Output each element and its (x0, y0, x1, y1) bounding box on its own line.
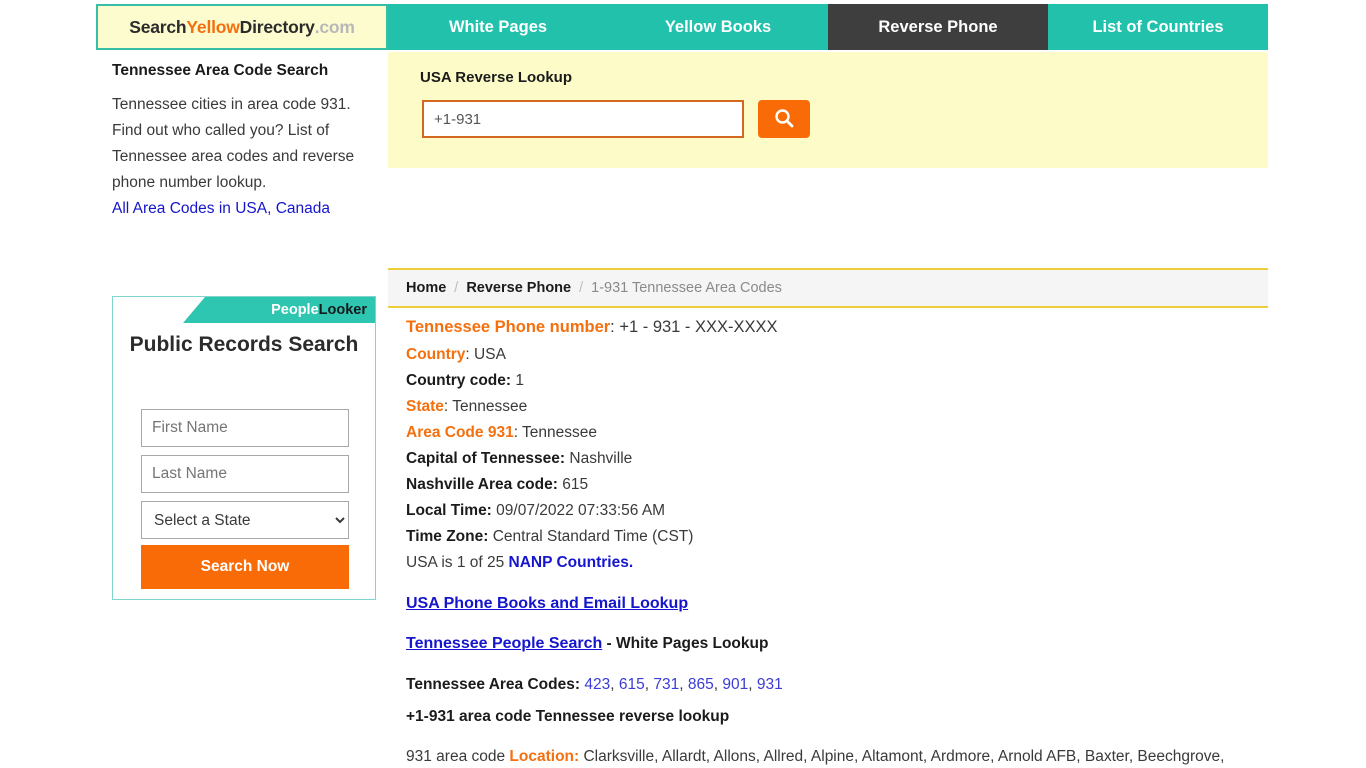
country-value: : USA (465, 346, 506, 363)
area-code-row: Area Code 931: Tennessee (406, 420, 1250, 446)
breadcrumb-current: 1-931 Tennessee Area Codes (591, 280, 782, 296)
local-time-label: Local Time: (406, 502, 492, 519)
capital-row: Capital of Tennessee: Nashville (406, 446, 1250, 472)
state-label: State (406, 398, 444, 415)
time-zone-label: Time Zone: (406, 528, 489, 545)
reverse-lookup-panel: USA Reverse Lookup (388, 52, 1268, 168)
nanp-row: USA is 1 of 25 NANP Countries. (406, 550, 1250, 576)
site-header: Search Yellow Directory .com White Pages Ye… (96, 4, 1268, 50)
people-search-suffix: - White Pages Lookup (602, 635, 769, 652)
peoplelooker-brand-banner: People Looker (183, 297, 375, 323)
area-codes-row: Tennessee Area Codes: 423, 615, 731, 865… (406, 676, 783, 693)
first-name-input[interactable] (141, 409, 349, 447)
all-area-codes-link[interactable]: All Area Codes in USA, Canada (112, 196, 374, 222)
area-code-link-865[interactable]: 865 (688, 676, 714, 693)
capital-label: Capital of Tennessee: (406, 450, 566, 467)
area-code-value: : Tennessee (513, 424, 598, 441)
usa-phone-books-link[interactable]: USA Phone Books and Email Lookup (406, 595, 688, 612)
state-value: : Tennessee (443, 398, 528, 415)
sidebar-title: Tennessee Area Code Search (112, 62, 329, 79)
country-row: Country: USA (406, 342, 1250, 368)
peoplelooker-widget: PeopleLooker Public Records Search Selec… (112, 296, 376, 600)
area-code-link-731[interactable]: 731 (653, 676, 679, 693)
country-code-value: 1 (515, 372, 524, 389)
phone-books-row: USA Phone Books and Email Lookup (406, 592, 1250, 616)
area-code-label: Area Code 931 (406, 424, 514, 441)
reverse-lookup-heading: +1-931 area code Tennessee reverse looku… (406, 708, 730, 725)
logo-text-search: Search (129, 16, 187, 37)
logo-text-com: .com (314, 16, 355, 37)
capital-area-code-value: 615 (562, 476, 589, 493)
location-label: Location: (509, 748, 580, 765)
nav-item-reverse-phone[interactable]: Reverse Phone (828, 4, 1048, 50)
search-icon (773, 107, 795, 132)
search-now-button[interactable]: Search Now (141, 545, 349, 589)
breadcrumb: Home / Reverse Phone / 1-931 Tennessee A… (388, 268, 1268, 308)
nanp-countries-link[interactable]: NANP Countries. (509, 554, 634, 571)
area-code-link-901[interactable]: 901 (722, 676, 748, 693)
breadcrumb-separator: / (579, 280, 584, 296)
breadcrumb-item-home[interactable]: Home (406, 280, 446, 296)
sidebar-description-block: Tennessee cities in area code 931. Find … (112, 92, 374, 222)
location-prefix: 931 area code (406, 748, 510, 765)
location-paragraph: 931 area code Location: Clarksville, All… (406, 744, 1250, 768)
peoplelooker-heading: Public Records Search (129, 333, 359, 356)
phone-search-input[interactable] (422, 100, 744, 138)
main-navigation: White Pages Yellow Books Reverse Phone L… (388, 4, 1268, 50)
state-row: State: Tennessee (406, 394, 1250, 420)
phone-number-label: Tennessee Phone number (406, 318, 611, 336)
time-zone-value: Central Standard Time (CST) (492, 528, 694, 545)
sidebar-description: Tennessee cities in area code 931. Find … (112, 96, 355, 191)
area-codes-label: Tennessee Area Codes: (406, 676, 581, 693)
people-search-row: Tennessee People Search - White Pages Lo… (406, 632, 1250, 656)
country-code-label: Country code: (406, 372, 512, 389)
reverse-lookup-label: USA Reverse Lookup (420, 69, 572, 86)
logo-text-yellow: Yellow (186, 16, 240, 37)
nav-item-list-of-countries[interactable]: List of Countries (1048, 4, 1268, 50)
site-logo[interactable]: Search Yellow Directory .com (96, 4, 388, 50)
nav-item-yellow-books[interactable]: Yellow Books (608, 4, 828, 50)
area-code-link-615[interactable]: 615 (619, 676, 645, 693)
area-code-link-423[interactable]: 423 (584, 676, 610, 693)
logo-text-directory: Directory (239, 16, 315, 37)
page-root: Search Yellow Directory .com White Pages Ye… (0, 0, 1366, 768)
phone-number-value: : +1 - 931 - XXX-XXXX (610, 318, 778, 336)
time-zone-row: Time Zone: Central Standard Time (CST) (406, 524, 1250, 550)
tennessee-people-search-link[interactable]: Tennessee People Search (406, 635, 602, 652)
country-label: Country (406, 346, 466, 363)
peoplelooker-brand-looker: Looker (318, 302, 367, 318)
phone-number-row: Tennessee Phone number: +1 - 931 - XXX-X… (406, 312, 1250, 342)
state-select[interactable]: Select a State (141, 501, 349, 539)
peoplelooker-brand-people: People (271, 302, 319, 318)
local-time-value: 09/07/2022 07:33:56 AM (496, 502, 666, 519)
capital-value: Nashville (569, 450, 633, 467)
local-time-row: Local Time: 09/07/2022 07:33:56 AM (406, 498, 1250, 524)
area-code-link-931[interactable]: 931 (757, 676, 783, 693)
nav-item-white-pages[interactable]: White Pages (388, 4, 608, 50)
capital-area-code-label: Nashville Area code: (406, 476, 558, 493)
country-code-row: Country code: 1 (406, 368, 1250, 394)
breadcrumb-separator: / (454, 280, 459, 296)
capital-area-code-row: Nashville Area code: 615 (406, 472, 1250, 498)
last-name-input[interactable] (141, 455, 349, 493)
breadcrumb-item-reverse-phone[interactable]: Reverse Phone (466, 280, 571, 296)
main-content: Tennessee Phone number: +1 - 931 - XXX-X… (388, 312, 1268, 768)
search-submit-button[interactable] (758, 100, 810, 138)
nanp-prefix: USA is 1 of 25 (406, 554, 509, 571)
